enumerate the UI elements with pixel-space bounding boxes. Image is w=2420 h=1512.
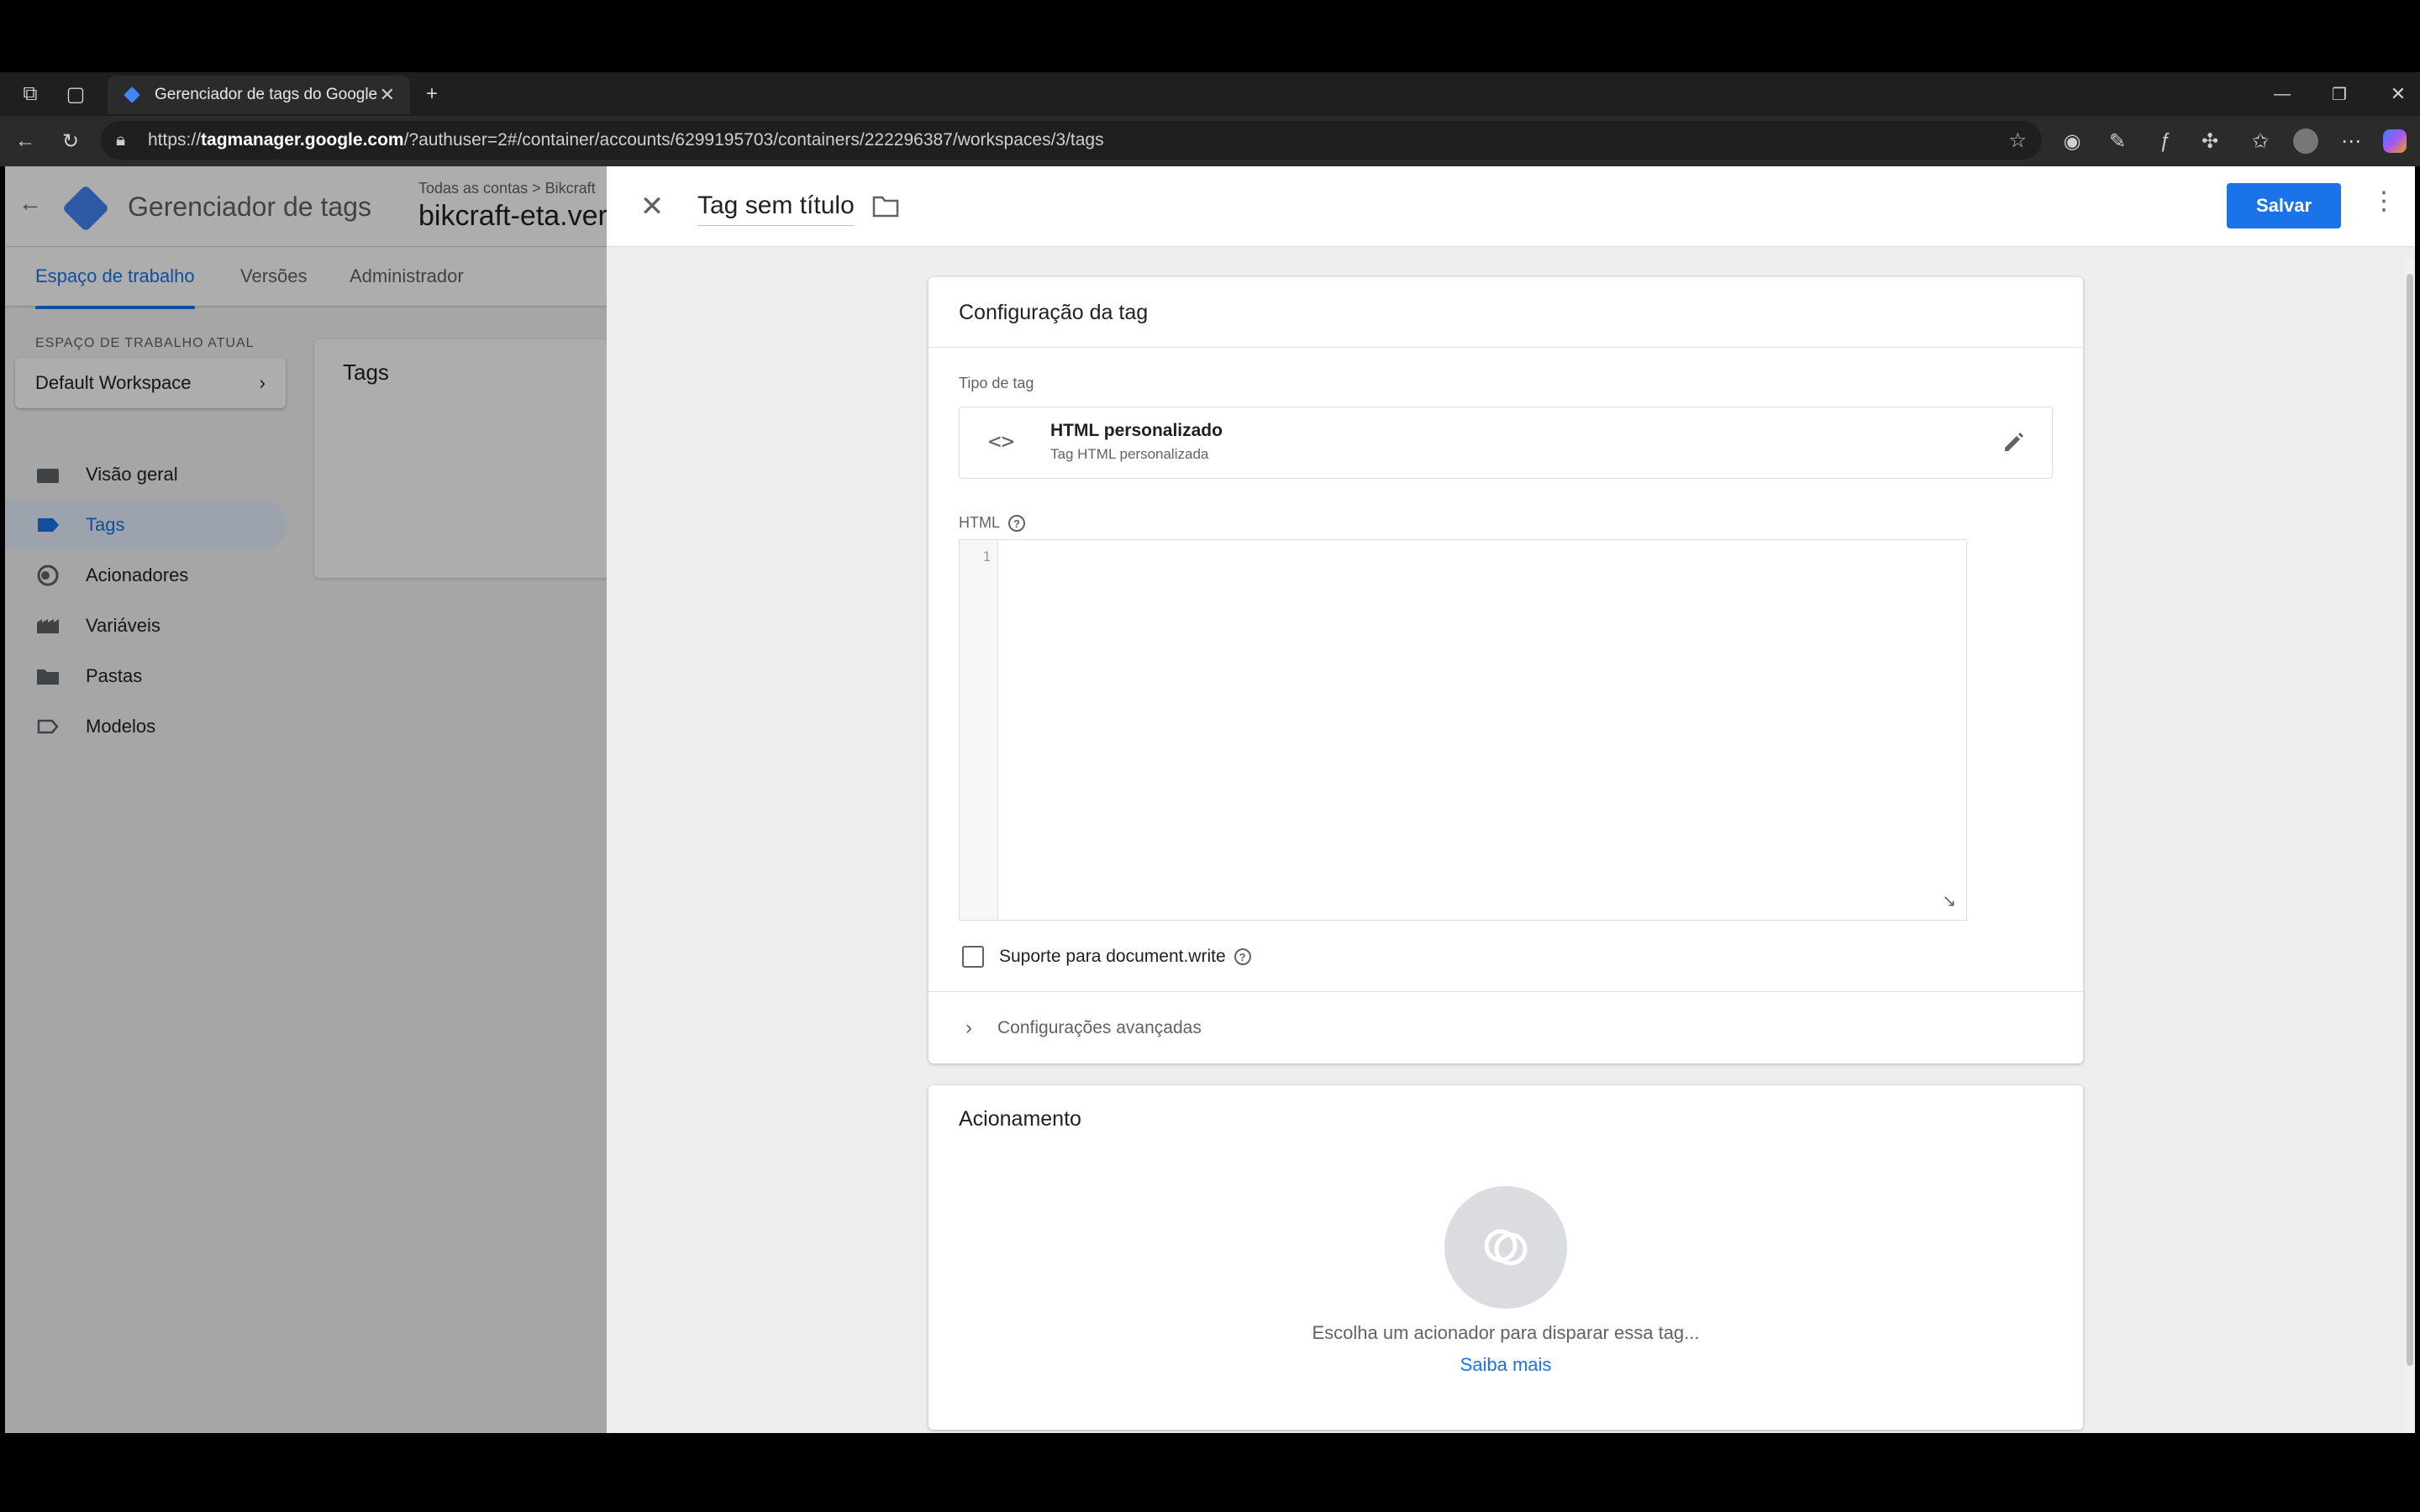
save-button[interactable]: Salvar bbox=[2227, 183, 2341, 228]
card-title: Configuração da tag bbox=[929, 277, 2083, 348]
minimize-icon[interactable]: — bbox=[2265, 77, 2299, 111]
profile-avatar[interactable] bbox=[2289, 124, 2323, 158]
tag-type-name: HTML personalizado bbox=[1050, 421, 1223, 440]
trigger-hint: Escolha um acionador para disparar essa … bbox=[1312, 1322, 1700, 1343]
screenshot-icon[interactable]: ◉ bbox=[2055, 124, 2089, 158]
workspaces-icon[interactable]: ⧉ bbox=[13, 77, 47, 111]
url-bar[interactable]: 🔒︎ https://tagmanager.google.com/?authus… bbox=[101, 121, 2042, 160]
window-close-icon[interactable]: ✕ bbox=[2381, 77, 2415, 111]
help-icon[interactable]: ? bbox=[1234, 948, 1251, 965]
restore-icon[interactable]: ❐ bbox=[2323, 77, 2356, 111]
resize-handle-icon[interactable]: ↘ bbox=[1942, 890, 1956, 911]
favorites-icon[interactable]: ✩ bbox=[2244, 124, 2277, 158]
tag-type-description: Tag HTML personalizada bbox=[1050, 446, 1209, 462]
edit-pencil-icon[interactable] bbox=[2002, 429, 2027, 454]
browser-tab-active[interactable]: Gerenciador de tags do Google ✕ bbox=[108, 76, 410, 114]
tag-type-label: Tipo de tag bbox=[959, 375, 1034, 391]
triggering-card[interactable]: Acionamento Escolha um acionador para di… bbox=[929, 1085, 2083, 1430]
screen: ⧉ ▢ Gerenciador de tags do Google ✕ + — … bbox=[0, 0, 2420, 1512]
folder-outline-icon[interactable] bbox=[872, 193, 899, 218]
vertical-tabs-icon[interactable]: ▢ bbox=[59, 77, 92, 111]
copilot-icon[interactable] bbox=[2378, 124, 2412, 158]
learn-more-link[interactable]: Saiba mais bbox=[929, 1354, 2083, 1376]
url-text: https://tagmanager.google.com/?authuser=… bbox=[148, 130, 1104, 150]
browser-addressbar: ← ↻ 🔒︎ https://tagmanager.google.com/?au… bbox=[0, 116, 2420, 166]
editor-gutter: 1 bbox=[960, 540, 998, 920]
tab-title: Gerenciador de tags do Google bbox=[155, 86, 378, 103]
browser-tabbar: ⧉ ▢ Gerenciador de tags do Google ✕ + — … bbox=[0, 72, 2420, 116]
html-code-editor[interactable]: 1 ↘ bbox=[959, 539, 1967, 921]
card-title: Acionamento bbox=[959, 1107, 1081, 1131]
tag-editor-panel: ✕ Tag sem título Salvar ⋮ Configuração d… bbox=[607, 166, 2415, 1433]
html-label: HTML? bbox=[959, 514, 1025, 533]
browser-menu-icon[interactable]: ⋯ bbox=[2334, 124, 2368, 158]
advanced-settings-toggle[interactable]: › Configurações avançadas bbox=[929, 991, 2083, 1063]
modal-scrim[interactable] bbox=[5, 166, 610, 1433]
close-panel-icon[interactable]: ✕ bbox=[635, 190, 669, 223]
document-write-option: Suporte para document.write ? bbox=[962, 946, 1251, 968]
trigger-icon bbox=[1484, 1229, 1528, 1266]
tag-name-field[interactable]: Tag sem título bbox=[697, 192, 855, 226]
more-vert-icon[interactable]: ⋮ bbox=[2371, 186, 2396, 216]
help-icon[interactable]: ? bbox=[1008, 515, 1025, 533]
back-icon[interactable]: ← bbox=[8, 124, 42, 158]
line-number: 1 bbox=[982, 549, 991, 564]
add-trigger-button[interactable] bbox=[1444, 1186, 1567, 1309]
extensions-icon[interactable]: ✣ bbox=[2193, 124, 2227, 158]
gtm-favicon-icon bbox=[124, 87, 140, 103]
new-tab-icon[interactable]: + bbox=[415, 77, 449, 111]
panel-header: ✕ Tag sem título Salvar ⋮ bbox=[607, 166, 2415, 247]
document-write-checkbox[interactable] bbox=[962, 946, 984, 968]
tab-close-icon[interactable]: ✕ bbox=[380, 84, 395, 106]
document-write-label: Suporte para document.write bbox=[999, 947, 1226, 966]
panel-scroll-thumb[interactable] bbox=[2407, 274, 2413, 1366]
advanced-settings-label: Configurações avançadas bbox=[997, 1017, 1202, 1037]
eyedropper-icon[interactable]: ✎ bbox=[2101, 124, 2134, 158]
reload-icon[interactable]: ↻ bbox=[54, 124, 87, 158]
tag-configuration-card: Configuração da tag Tipo de tag <> HTML … bbox=[929, 277, 2083, 1063]
site-info-icon[interactable]: 🔒︎ bbox=[116, 130, 136, 150]
tag-type-selector[interactable]: <> HTML personalizado Tag HTML personali… bbox=[959, 407, 2053, 479]
code-brackets-icon: <> bbox=[988, 429, 1015, 454]
chevron-right-icon: › bbox=[965, 1016, 972, 1039]
favorite-star-icon[interactable]: ☆ bbox=[2008, 129, 2027, 153]
function-icon[interactable]: ƒ bbox=[2148, 124, 2181, 158]
